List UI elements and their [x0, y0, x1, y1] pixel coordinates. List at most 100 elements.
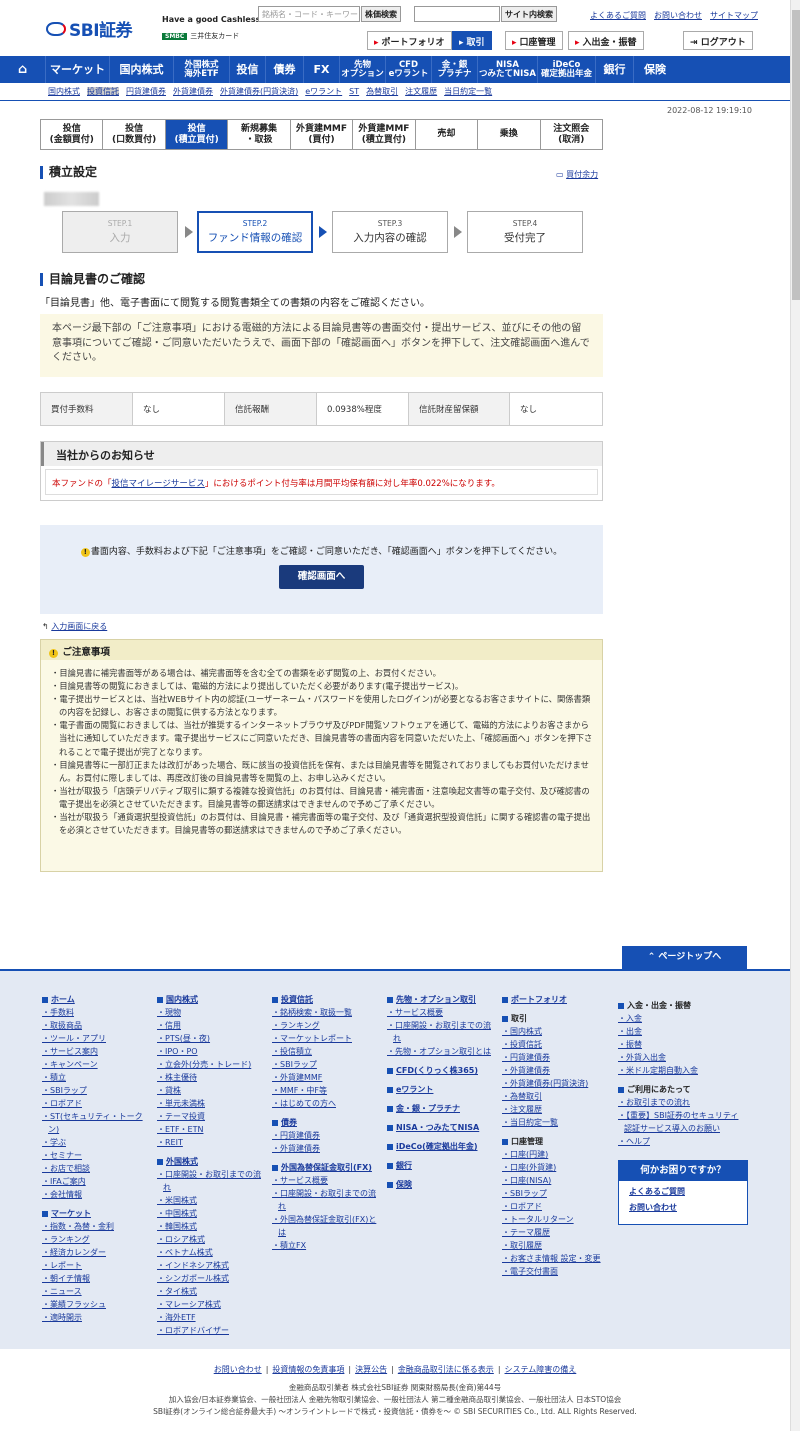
tab-mmf-accumulation[interactable]: 外貨建MMF (積立買付): [353, 120, 416, 149]
home-icon[interactable]: ⌂: [0, 56, 46, 83]
footer-heading[interactable]: ポートフォリオ: [502, 993, 612, 1006]
contact-link[interactable]: お問い合わせ: [654, 11, 702, 20]
footer-link[interactable]: 振替: [618, 1038, 743, 1051]
footer-link[interactable]: マレーシア株式: [157, 1298, 267, 1311]
footer-link[interactable]: 口座開設・お取引までの流れ: [387, 1019, 497, 1045]
footer-link[interactable]: 単元未満株: [157, 1097, 267, 1110]
footer-link[interactable]: ロシア株式: [157, 1233, 267, 1246]
footer-system-link[interactable]: システム障害の備え: [505, 1365, 577, 1374]
footer-link[interactable]: サービス概要: [272, 1174, 382, 1187]
footer-link[interactable]: 外貨建債券(円貨決済): [502, 1077, 612, 1090]
footer-heading[interactable]: 先物・オプション取引: [387, 993, 497, 1006]
nav-fund[interactable]: 投信: [230, 56, 266, 83]
footer-link[interactable]: サービス案内: [42, 1045, 152, 1058]
footer-link[interactable]: 韓国株式: [157, 1220, 267, 1233]
subnav-yen-bond[interactable]: 円貨建債券: [126, 87, 166, 96]
footer-heading[interactable]: 投資信託: [272, 993, 382, 1006]
footer-link[interactable]: お取引までの流れ: [618, 1096, 743, 1109]
logout-button[interactable]: ⇥ ログアウト: [683, 31, 753, 50]
portfolio-button[interactable]: ▸ ポートフォリオ: [367, 31, 452, 50]
footer-link[interactable]: 電子交付書面: [502, 1265, 612, 1278]
footer-link[interactable]: 出金: [618, 1025, 743, 1038]
footer-link[interactable]: IFAご案内: [42, 1175, 152, 1188]
footer-fiea-link[interactable]: 金融商品取引法に係る表示: [398, 1365, 494, 1374]
footer-link[interactable]: PTS(昼・夜): [157, 1032, 267, 1045]
footer-link[interactable]: 取引履歴: [502, 1239, 612, 1252]
footer-link[interactable]: 学ぶ: [42, 1136, 152, 1149]
footer-link[interactable]: 当日約定一覧: [502, 1116, 612, 1129]
footer-link[interactable]: SBIラップ: [272, 1058, 382, 1071]
footer-heading[interactable]: NISA・つみたてNISA: [387, 1121, 497, 1134]
footer-link[interactable]: 口座開設・お取引までの流れ: [272, 1187, 382, 1213]
tab-accumulation-buy[interactable]: 投信 (積立買付): [165, 120, 229, 149]
scrollbar-thumb[interactable]: [792, 10, 800, 300]
footer-heading[interactable]: 債券: [272, 1116, 382, 1129]
footer-heading[interactable]: iDeCo(確定拠出年金): [387, 1140, 497, 1153]
tab-new-offering[interactable]: 新規募集 ・取扱: [228, 120, 291, 149]
footer-link[interactable]: セミナー: [42, 1149, 152, 1162]
footer-link[interactable]: 口座(円建): [502, 1148, 612, 1161]
tab-order-inquiry[interactable]: 注文照会 (取消): [540, 120, 602, 149]
footer-link[interactable]: 円貨建債券: [272, 1129, 382, 1142]
footer-link[interactable]: テーマ履歴: [502, 1226, 612, 1239]
footer-link[interactable]: 口座開設・お取引までの流れ: [157, 1168, 267, 1194]
footer-link[interactable]: サービス概要: [387, 1006, 497, 1019]
footer-link[interactable]: お店で相談: [42, 1162, 152, 1175]
footer-link[interactable]: 中国株式: [157, 1207, 267, 1220]
footer-heading[interactable]: eワラント: [387, 1083, 497, 1096]
footer-link[interactable]: 外貨建債券: [502, 1064, 612, 1077]
mileage-service-link[interactable]: 投信マイレージサービス: [112, 479, 205, 489]
footer-link[interactable]: 米ドル定期自動入金: [618, 1064, 743, 1077]
footer-link[interactable]: ランキング: [42, 1233, 152, 1246]
footer-link[interactable]: ニュース: [42, 1285, 152, 1298]
footer-link[interactable]: 外貨建債券: [272, 1142, 382, 1155]
footer-link[interactable]: IPO・PO: [157, 1045, 267, 1058]
nav-domestic-stock[interactable]: 国内株式: [110, 56, 174, 83]
subnav-domestic-stock[interactable]: 国内株式: [48, 87, 80, 96]
footer-link[interactable]: 現物: [157, 1006, 267, 1019]
footer-link[interactable]: 海外ETF: [157, 1311, 267, 1324]
tab-sell[interactable]: 売却: [415, 120, 479, 149]
footer-financial-link[interactable]: 決算公告: [355, 1365, 387, 1374]
footer-link[interactable]: 口座(外貨建): [502, 1161, 612, 1174]
footer-link[interactable]: 適時開示: [42, 1311, 152, 1324]
footer-link[interactable]: 朝イチ情報: [42, 1272, 152, 1285]
buying-power-link[interactable]: ▭ 買付余力: [556, 169, 598, 180]
footer-link[interactable]: トータルリターン: [502, 1213, 612, 1226]
footer-link[interactable]: ロボアド: [502, 1200, 612, 1213]
sitemap-link[interactable]: サイトマップ: [710, 11, 758, 20]
footer-link[interactable]: お客さま情報 設定・変更: [502, 1252, 612, 1265]
footer-link[interactable]: 立会外(分売・トレード): [157, 1058, 267, 1071]
footer-link[interactable]: ベトナム株式: [157, 1246, 267, 1259]
footer-link[interactable]: 信用: [157, 1019, 267, 1032]
nav-ideco[interactable]: iDeCo 確定拠出年金: [538, 56, 596, 83]
footer-heading[interactable]: マーケット: [42, 1207, 152, 1220]
account-button[interactable]: ▸ 口座管理: [505, 31, 563, 50]
footer-link[interactable]: 取扱商品: [42, 1019, 152, 1032]
deposit-button[interactable]: ▸ 入出金・振替: [568, 31, 644, 50]
nav-cfd[interactable]: CFD eワラント: [386, 56, 432, 83]
footer-link[interactable]: マーケットレポート: [272, 1032, 382, 1045]
nav-bank[interactable]: 銀行: [596, 56, 634, 83]
stock-search-input[interactable]: 銘柄名・コード・キーワード: [258, 6, 360, 22]
site-search-button[interactable]: サイト内検索: [501, 6, 557, 22]
footer-link[interactable]: 【重要】SBI証券のセキュリティ認証サービス導入のお願い: [618, 1109, 743, 1135]
nav-nisa[interactable]: NISA つみたてNISA: [478, 56, 538, 83]
subnav-executions[interactable]: 当日約定一覧: [444, 87, 492, 96]
footer-link[interactable]: インドネシア株式: [157, 1259, 267, 1272]
nav-fx[interactable]: FX: [304, 56, 340, 83]
faq-link[interactable]: よくあるご質問: [590, 11, 646, 20]
footer-link[interactable]: 手数料: [42, 1006, 152, 1019]
footer-link[interactable]: 銘柄検索・取扱一覧: [272, 1006, 382, 1019]
sbi-logo[interactable]: SBI証券: [46, 16, 133, 41]
footer-link[interactable]: キャンペーン: [42, 1058, 152, 1071]
footer-link[interactable]: 口座(NISA): [502, 1174, 612, 1187]
back-link[interactable]: ↰ 入力画面に戻る: [42, 621, 107, 632]
footer-link[interactable]: ロボアドバイザー: [157, 1324, 267, 1337]
footer-link[interactable]: ツール・アプリ: [42, 1032, 152, 1045]
footer-link[interactable]: 米国株式: [157, 1194, 267, 1207]
footer-link[interactable]: 貸株: [157, 1084, 267, 1097]
footer-link[interactable]: シンガポール株式: [157, 1272, 267, 1285]
scrollbar[interactable]: [790, 0, 800, 1431]
footer-link[interactable]: MMF・中F等: [272, 1084, 382, 1097]
